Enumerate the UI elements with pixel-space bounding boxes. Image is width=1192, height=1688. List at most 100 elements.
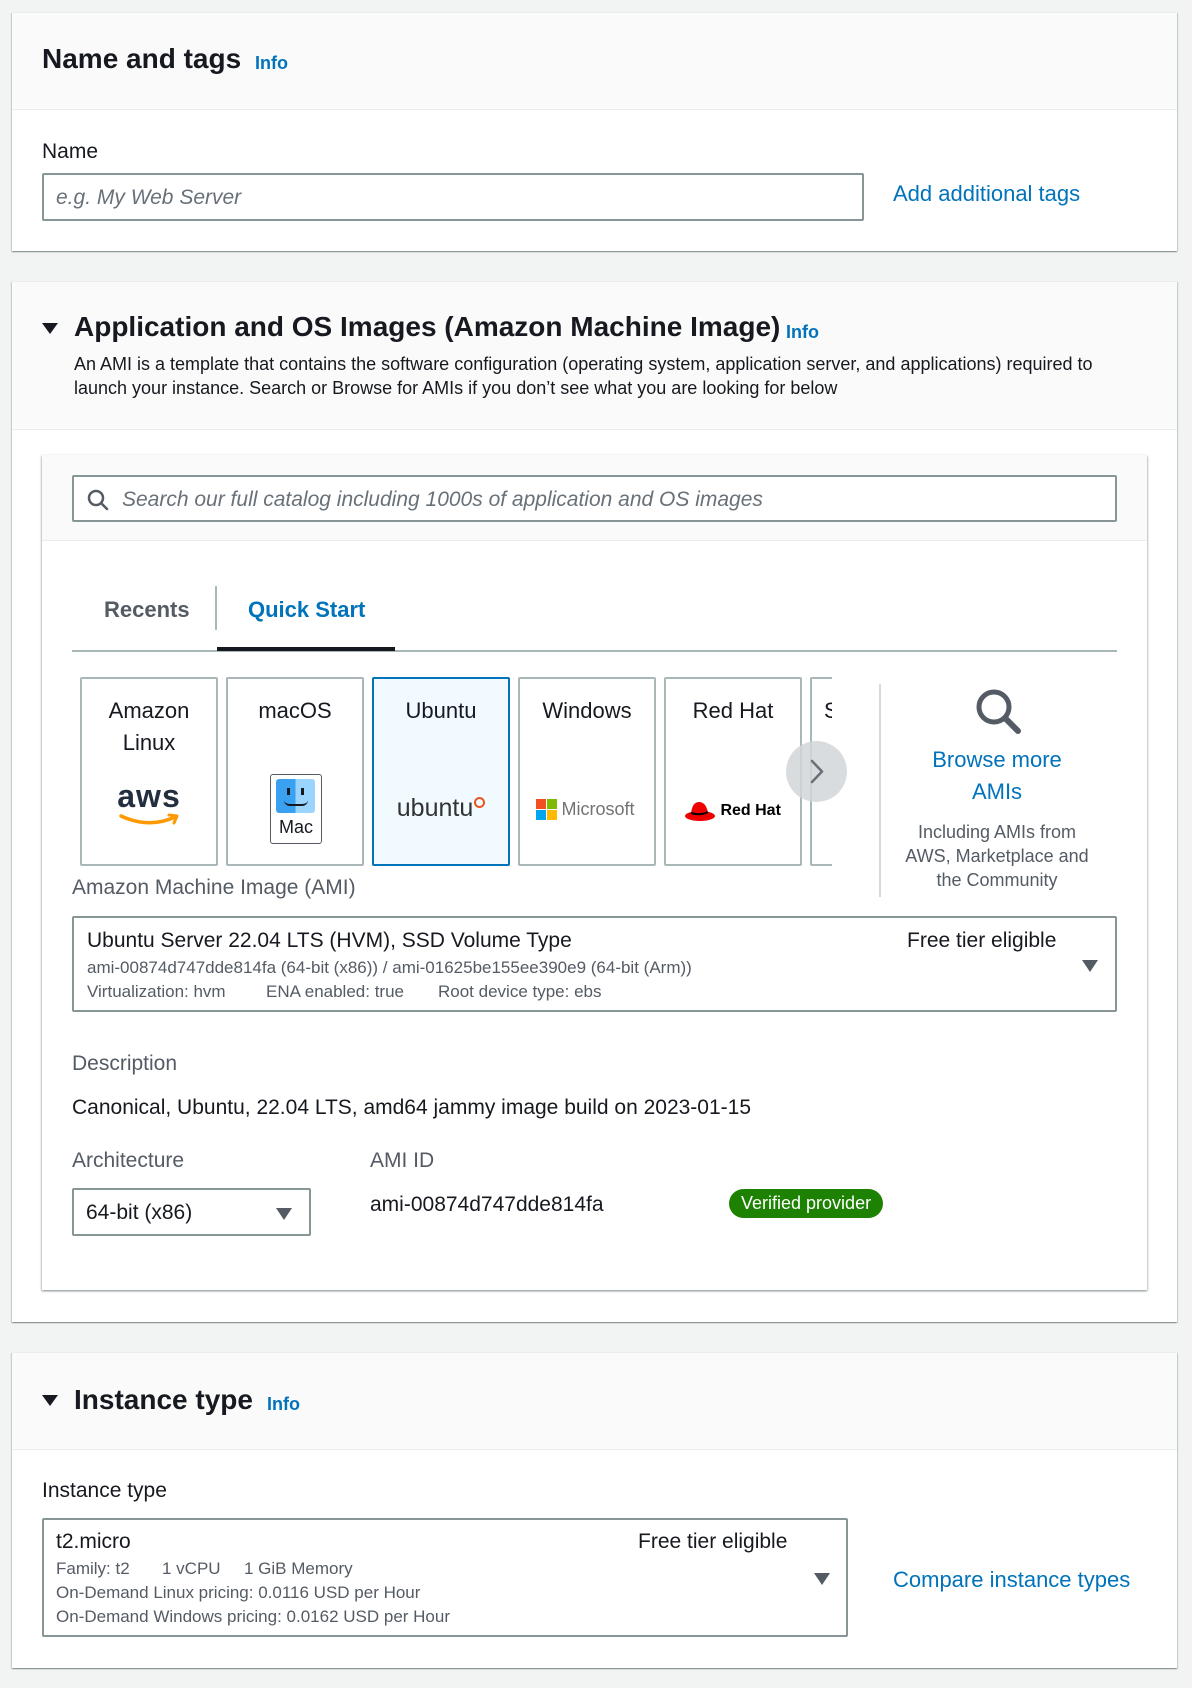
instance-family: Family: t2 (56, 1559, 130, 1578)
linux-pricing: On-Demand Linux pricing: 0.0116 USD per … (56, 1583, 421, 1602)
browse-link-line: Browse more (932, 747, 1062, 772)
name-placeholder: e.g. My Web Server (56, 186, 242, 209)
instance-memory: 1 GiB Memory (244, 1559, 353, 1578)
section-title: Instance type (74, 1384, 253, 1415)
ami-id-value: ami-00874d747dde814fa (370, 1193, 604, 1216)
verified-provider-badge: Verified provider (729, 1189, 884, 1218)
instance-type-select[interactable]: t2.micro Free tier eligible Family: t2 1… (42, 1518, 848, 1637)
free-tier-label: Free tier eligible (907, 929, 1057, 952)
mac-logo-text: Mac (278, 817, 313, 837)
browse-divider (879, 684, 881, 897)
info-link[interactable]: Info (267, 1394, 300, 1415)
microsoft-squares-icon (536, 799, 557, 820)
caret-down-icon (814, 1573, 830, 1585)
browse-sub-line: AWS, Marketplace and (905, 846, 1089, 866)
section-title: Application and OS Images (Amazon Machin… (74, 311, 781, 342)
add-tags-link[interactable]: Add additional tags (893, 181, 1080, 207)
info-link[interactable]: Info (786, 322, 819, 343)
microsoft-logo-icon: Microsoft (536, 799, 634, 820)
tab-quick-start[interactable]: Quick Start (248, 597, 365, 623)
os-name-line: S (824, 698, 832, 723)
browse-more-amis-link[interactable]: Browse more AMIs (897, 744, 1097, 808)
os-tile-windows[interactable]: Windows Microsoft (518, 677, 656, 866)
aws-smile-icon (119, 813, 179, 825)
browse-link-line: AMIs (971, 779, 1023, 804)
ubuntu-logo-text: ubuntu (396, 794, 474, 822)
architecture-label: Architecture (72, 1149, 185, 1172)
free-tier-label: Free tier eligible (638, 1530, 788, 1553)
os-name-line: Ubuntu (405, 698, 477, 723)
os-name-line: macOS (258, 698, 332, 723)
os-tile-name: Windows (520, 695, 654, 727)
aws-logo-text: aws (117, 778, 181, 814)
finder-face-icon (276, 779, 315, 813)
compare-instance-types-link[interactable]: Compare instance types (893, 1567, 1130, 1593)
ami-name: Ubuntu Server 22.04 LTS (HVM), SSD Volum… (87, 929, 572, 952)
os-tile-name: Ubuntu (374, 695, 508, 727)
name-and-tags-panel: Name and tags Info Name e.g. My Web Serv… (12, 12, 1177, 251)
chevron-right-icon (810, 759, 824, 784)
description-line: launch your instance. Search or Browse f… (74, 378, 838, 398)
description-line: An AMI is a template that contains the s… (74, 354, 1093, 374)
search-placeholder: Search our full catalog including 1000s … (122, 488, 763, 511)
os-name-line: Amazon (108, 698, 190, 723)
microsoft-logo-text: Microsoft (561, 799, 635, 819)
red-hat-logo-text: Red Hat (720, 802, 781, 819)
caret-down-icon (1082, 960, 1098, 972)
browse-sub-line: the Community (936, 870, 1058, 890)
mac-logo-icon: Mac (270, 774, 322, 844)
os-tile-name: Amazon Linux (82, 695, 216, 759)
instance-type-value: t2.micro (56, 1530, 131, 1553)
description-value: Canonical, Ubuntu, 22.04 LTS, amd64 jamm… (72, 1096, 752, 1119)
carousel-next-button[interactable] (786, 741, 847, 802)
caret-down-icon (276, 1208, 292, 1220)
ami-ids: ami-00874d747dde814fa (64-bit (x86)) / a… (87, 958, 692, 977)
ubuntu-logo-icon: ubuntu (374, 794, 508, 823)
info-link[interactable]: Info (255, 53, 288, 74)
ami-ena: ENA enabled: true (266, 982, 404, 1001)
active-tab-indicator (217, 647, 395, 651)
name-label: Name (42, 140, 99, 163)
os-tile-amazon-linux[interactable]: Amazon Linux aws (80, 677, 218, 866)
os-name-line: Windows (542, 698, 632, 723)
windows-pricing: On-Demand Windows pricing: 0.0162 USD pe… (56, 1607, 451, 1626)
architecture-value: 64-bit (x86) (86, 1201, 193, 1224)
instance-type-label: Instance type (42, 1479, 167, 1502)
name-input[interactable]: e.g. My Web Server (42, 173, 864, 221)
red-hat-hat-icon (685, 802, 715, 821)
search-icon[interactable] (973, 686, 1023, 736)
instance-type-panel: Instance type Info Instance type t2.micr… (12, 1352, 1177, 1668)
os-tile-red-hat[interactable]: Red Hat Red Hat (664, 677, 802, 866)
os-tile-name: macOS (228, 695, 362, 727)
architecture-select[interactable]: 64-bit (x86) (72, 1188, 311, 1236)
section-title: Name and tags (42, 43, 242, 74)
tab-recents[interactable]: Recents (104, 597, 190, 623)
description-label: Description (72, 1052, 178, 1075)
os-tile-ubuntu[interactable]: Ubuntu ubuntu (372, 677, 510, 866)
tab-divider (215, 586, 217, 630)
ami-label: Amazon Machine Image (AMI) (72, 876, 356, 899)
collapse-caret-icon[interactable] (42, 1395, 58, 1406)
aws-logo-icon: aws (82, 779, 216, 827)
search-icon (87, 489, 109, 511)
ami-search-input[interactable]: Search our full catalog including 1000s … (72, 475, 1117, 522)
collapse-caret-icon[interactable] (42, 323, 58, 334)
ubuntu-circle-icon (474, 797, 486, 808)
os-tile-name: Red Hat (666, 695, 800, 727)
os-name-line: Red Hat (692, 698, 774, 723)
os-tile-macos[interactable]: macOS Mac (226, 677, 364, 866)
ami-virtualization: Virtualization: hvm (87, 982, 226, 1001)
panel-header: Application and OS Images (Amazon Machin… (12, 282, 1177, 430)
os-tile-name: S (812, 695, 832, 727)
ami-select[interactable]: Ubuntu Server 22.04 LTS (HVM), SSD Volum… (72, 916, 1117, 1012)
browse-sub-line: Including AMIs from (917, 822, 1077, 842)
panel-header: Name and tags Info (12, 13, 1177, 110)
panel-header: Instance type Info (12, 1353, 1177, 1450)
browse-more-subtext: Including AMIs from AWS, Marketplace and… (887, 820, 1107, 892)
section-description: An AMI is a template that contains the s… (74, 352, 1093, 400)
instance-vcpu: 1 vCPU (162, 1559, 221, 1578)
os-name-line: Linux (122, 730, 176, 755)
ami-root-device: Root device type: ebs (438, 982, 602, 1001)
ami-id-label: AMI ID (370, 1149, 435, 1172)
red-hat-logo-icon: Red Hat (684, 799, 781, 823)
